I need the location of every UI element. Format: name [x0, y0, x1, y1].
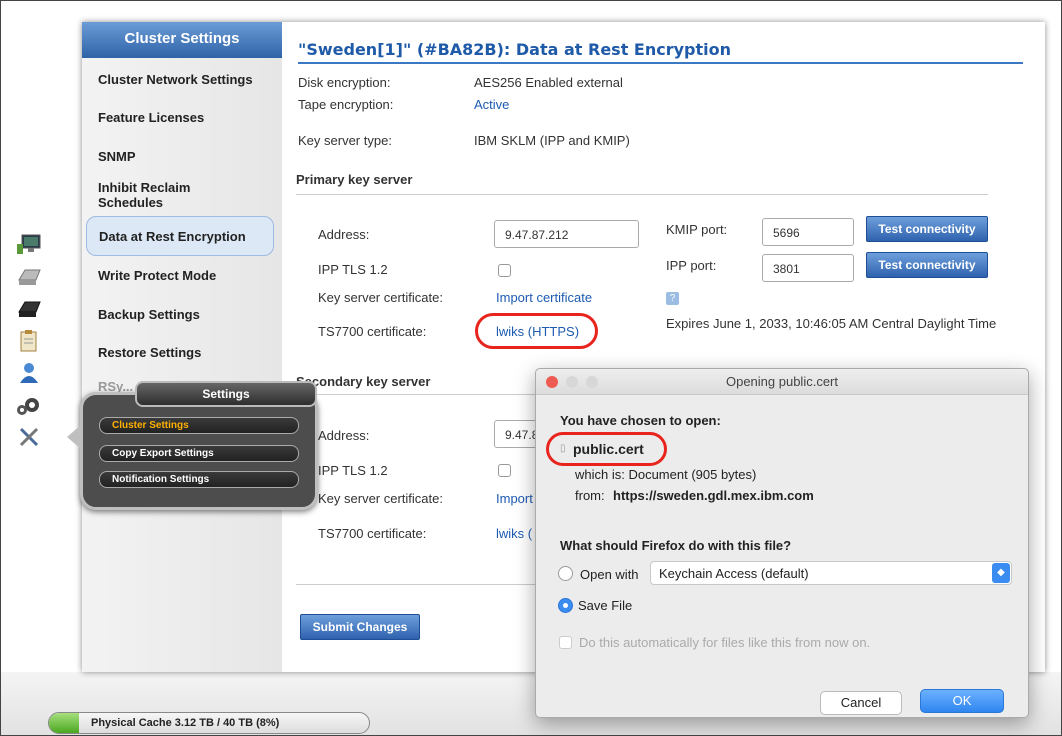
- chosen-to-open-text: You have chosen to open:: [560, 413, 721, 428]
- auto-checkbox[interactable]: [559, 636, 572, 649]
- clipboard-icon[interactable]: [16, 328, 42, 354]
- open-with-radio[interactable]: [558, 566, 573, 581]
- sidebar-item-backup[interactable]: Backup Settings: [98, 307, 276, 322]
- help-icon[interactable]: ?: [666, 292, 679, 305]
- save-file-label: Save File: [578, 598, 633, 613]
- dialog-titlebar: Opening public.cert: [536, 369, 1028, 395]
- auto-label: Do this automatically for files like thi…: [579, 635, 871, 650]
- settings-popup-title: Settings: [135, 381, 317, 407]
- sidebar-item-restore[interactable]: Restore Settings: [98, 345, 276, 360]
- kmip-port-label: KMIP port:: [666, 222, 728, 237]
- key-server-type-value: IBM SKLM (IPP and KMIP): [474, 133, 630, 148]
- secondary-import-certificate-link[interactable]: Import: [496, 491, 533, 506]
- file-type-text: which is: Document (905 bytes): [575, 467, 757, 482]
- submit-changes-button[interactable]: Submit Changes: [300, 614, 420, 640]
- primary-ipp-tls-label: IPP TLS 1.2: [318, 262, 388, 277]
- menu-item-cluster-settings[interactable]: Cluster Settings: [99, 417, 299, 434]
- kmip-port-input[interactable]: 5696: [762, 218, 854, 246]
- secondary-ipp-tls-checkbox[interactable]: [498, 464, 511, 477]
- disk-drive-icon[interactable]: [16, 264, 42, 290]
- primary-ts7700-label: TS7700 certificate:: [318, 324, 427, 339]
- ok-button[interactable]: OK: [920, 689, 1004, 713]
- test-connectivity-ipp-button[interactable]: Test connectivity: [866, 252, 988, 278]
- ipp-port-label: IPP port:: [666, 258, 717, 273]
- primary-ipp-tls-checkbox[interactable]: [498, 264, 511, 277]
- primary-import-certificate-link[interactable]: Import certificate: [496, 290, 592, 305]
- save-file-radio[interactable]: [558, 598, 573, 613]
- key-server-type-label: Key server type:: [298, 133, 392, 148]
- dialog-title: Opening public.cert: [725, 374, 838, 389]
- secondary-cert-label: Key server certificate:: [318, 491, 443, 506]
- file-source-url: https://sweden.gdl.mex.ibm.com: [613, 488, 814, 503]
- open-with-select[interactable]: Keychain Access (default) ◆: [650, 561, 1012, 585]
- divider: [296, 194, 988, 195]
- test-connectivity-kmip-button[interactable]: Test connectivity: [866, 216, 988, 242]
- chevron-updown-icon: ◆: [992, 563, 1010, 583]
- settings-popup: Settings Cluster Settings Copy Export Se…: [67, 381, 318, 510]
- secondary-ipp-tls-label: IPP TLS 1.2: [318, 463, 388, 478]
- page-title: "Sweden[1]" (#BA82B): Data at Rest Encry…: [298, 40, 1023, 64]
- highlight-oval: [546, 432, 667, 466]
- cache-progress-text: Physical Cache 3.12 TB / 40 TB (8%): [91, 717, 280, 729]
- sidebar-item-snmp[interactable]: SNMP: [98, 149, 276, 164]
- physical-cache-progress: Physical Cache 3.12 TB / 40 TB (8%): [48, 712, 370, 734]
- from-label: from:: [575, 488, 605, 503]
- open-with-label: Open with: [580, 567, 639, 582]
- sidebar-item-feature-licenses[interactable]: Feature Licenses: [98, 110, 276, 125]
- primary-key-server-heading: Primary key server: [296, 172, 413, 187]
- primary-cert-label: Key server certificate:: [318, 290, 443, 305]
- primary-address-label: Address:: [318, 227, 370, 242]
- secondary-ts7700-cert-link[interactable]: lwiks (: [496, 526, 532, 541]
- disk-encryption-label: Disk encryption:: [298, 75, 391, 90]
- cache-progress-fill: [49, 713, 79, 733]
- sidebar-item-inhibit-reclaim[interactable]: Inhibit Reclaim Schedules: [98, 180, 238, 210]
- tools-icon[interactable]: [16, 424, 42, 450]
- gears-icon[interactable]: [16, 392, 42, 418]
- certificate-expiry-text: Expires June 1, 2033, 10:46:05 AM Centra…: [666, 316, 997, 331]
- secondary-address-label: Address:: [318, 428, 370, 443]
- monitor-icon[interactable]: [16, 232, 42, 258]
- primary-address-input[interactable]: 9.47.87.212: [494, 220, 639, 248]
- sidebar-title: Cluster Settings: [82, 22, 282, 58]
- popup-pointer: [67, 425, 81, 449]
- sidebar: Cluster Settings Cluster Network Setting…: [82, 22, 282, 672]
- user-icon[interactable]: [16, 360, 42, 386]
- question-text: What should Firefox do with this file?: [560, 538, 792, 553]
- tape-encryption-value: Active: [474, 97, 510, 112]
- sidebar-item-write-protect[interactable]: Write Protect Mode: [98, 268, 276, 283]
- ipp-port-input[interactable]: 3801: [762, 254, 854, 282]
- disk-encryption-value: AES256 Enabled external: [474, 75, 623, 90]
- sidebar-item-cluster-network[interactable]: Cluster Network Settings: [98, 72, 276, 87]
- tape-drive-icon[interactable]: [16, 296, 42, 322]
- left-toolbar: [16, 232, 46, 456]
- tape-encryption-label: Tape encryption:: [298, 97, 394, 112]
- highlight-oval: [475, 313, 598, 349]
- sidebar-item-data-at-rest[interactable]: Data at Rest Encryption: [86, 216, 274, 256]
- menu-item-copy-export-settings[interactable]: Copy Export Settings: [99, 445, 299, 462]
- secondary-ts7700-label: TS7700 certificate:: [318, 526, 427, 541]
- open-with-select-value: Keychain Access (default): [659, 566, 809, 581]
- open-file-dialog: Opening public.cert You have chosen to o…: [535, 368, 1029, 718]
- cancel-button[interactable]: Cancel: [820, 691, 902, 715]
- menu-item-notification-settings[interactable]: Notification Settings: [99, 471, 299, 488]
